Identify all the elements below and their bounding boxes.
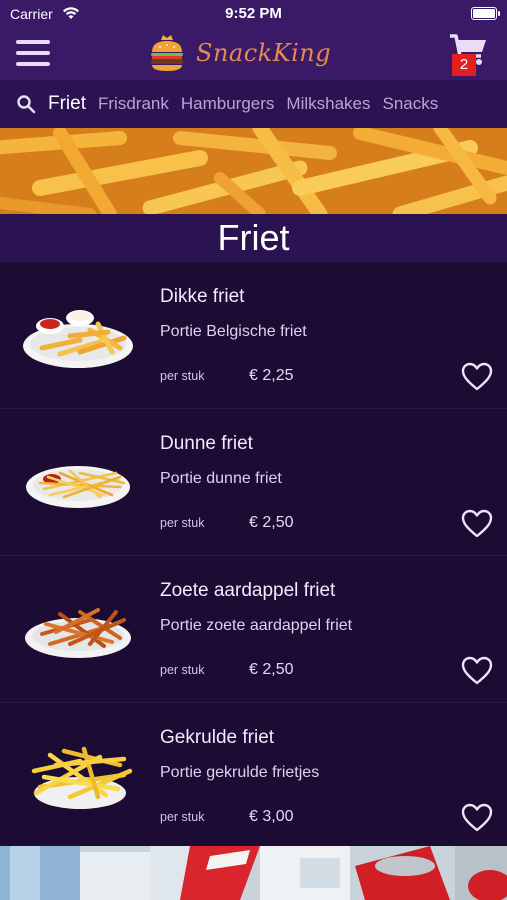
category-tab-friet[interactable]: Friet: [48, 93, 86, 115]
heart-icon[interactable]: [461, 362, 493, 392]
battery-icon: [471, 7, 500, 20]
status-bar: Carrier 9:52 PM: [0, 0, 507, 28]
product-item-dunne-friet[interactable]: Dunne friet Portie dunne friet per stuk …: [0, 409, 507, 556]
product-image: [31, 746, 133, 809]
cart-count-badge: 2: [452, 54, 476, 76]
product-description: Portie dunne friet: [160, 470, 282, 487]
next-category-banner-image: [0, 846, 507, 900]
search-icon[interactable]: [16, 94, 36, 114]
product-price: € 2,50: [249, 514, 294, 531]
burger-logo-icon: [151, 35, 183, 71]
product-list: Dikke friet Portie Belgische friet per s…: [0, 262, 507, 850]
product-price: € 3,00: [249, 808, 294, 825]
category-tab-hamburgers[interactable]: Hamburgers: [181, 94, 275, 114]
product-unit: per stuk: [160, 663, 205, 677]
app-header: SnackKing 2: [0, 28, 507, 80]
heart-icon[interactable]: [461, 656, 493, 686]
product-item-gekrulde-friet[interactable]: Gekrulde friet Portie gekrulde frietjes …: [0, 703, 507, 850]
product-description: Portie gekrulde frietjes: [160, 764, 320, 781]
product-name: Zoete aardappel friet: [160, 580, 336, 601]
hamburger-menu-icon[interactable]: [16, 38, 50, 68]
category-banner-image: [0, 128, 507, 214]
category-tab-snacks[interactable]: Snacks: [383, 94, 439, 114]
product-unit: per stuk: [160, 369, 205, 383]
product-name: Dikke friet: [160, 286, 245, 307]
heart-icon[interactable]: [461, 509, 493, 539]
product-name: Dunne friet: [160, 433, 253, 454]
category-tab-frisdrank[interactable]: Frisdrank: [98, 94, 169, 114]
category-bar: Friet Frisdrank Hamburgers Milkshakes Sn…: [0, 80, 507, 128]
product-description: Portie zoete aardappel friet: [160, 617, 353, 634]
category-tab-milkshakes[interactable]: Milkshakes: [286, 94, 370, 114]
product-price: € 2,25: [249, 367, 294, 384]
cart-button[interactable]: 2: [448, 32, 490, 76]
product-image: [25, 608, 131, 658]
product-unit: per stuk: [160, 516, 205, 530]
product-image: [26, 466, 130, 508]
product-item-dikke-friet[interactable]: Dikke friet Portie Belgische friet per s…: [0, 262, 507, 409]
product-unit: per stuk: [160, 810, 205, 824]
brand-name: SnackKing: [196, 39, 332, 67]
app-logo: SnackKing: [148, 30, 331, 76]
product-name: Gekrulde friet: [160, 727, 275, 748]
section-title: Friet: [0, 214, 507, 262]
product-price: € 2,50: [249, 661, 294, 678]
product-item-zoete-aardappel-friet[interactable]: Zoete aardappel friet Portie zoete aarda…: [0, 556, 507, 703]
product-image: [23, 310, 133, 368]
heart-icon[interactable]: [461, 803, 493, 833]
clock: 9:52 PM: [225, 5, 282, 22]
product-description: Portie Belgische friet: [160, 323, 307, 340]
